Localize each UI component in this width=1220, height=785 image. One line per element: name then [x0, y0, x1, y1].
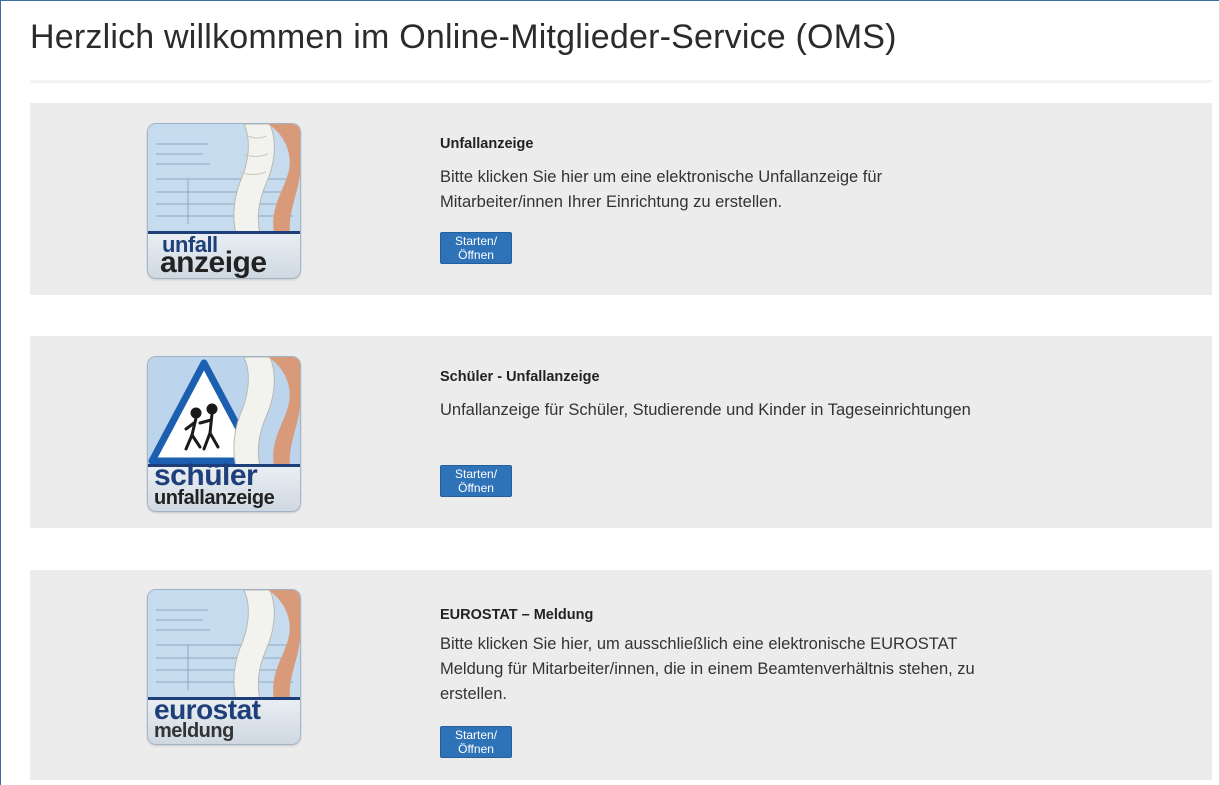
service-description: Bitte klicken Sie hier um eine elektroni…	[440, 168, 883, 211]
thumbnail-caption: unfall anzeige	[148, 231, 300, 278]
thumbnail-caption: schüler unfallanzeige	[148, 459, 300, 511]
service-description: Bitte klicken Sie hier, um ausschließlic…	[440, 635, 975, 703]
service-title: Unfallanzeige	[440, 136, 534, 152]
window-left-border	[0, 0, 1, 785]
start-open-button-eurostat-meldung[interactable]: Starten/Öffnen	[440, 726, 513, 758]
service-card-schueler-unfallanzeige: schüler unfallanzeige Schüler - Unfallan…	[30, 336, 1212, 528]
service-title: Schüler - Unfallanzeige	[440, 369, 600, 385]
service-description: Unfallanzeige für Schüler, Studierende u…	[440, 401, 971, 419]
service-card-unfallanzeige: unfall anzeige Unfallanzeige Bitte klick…	[30, 103, 1212, 295]
unfallanzeige-thumbnail[interactable]: unfall anzeige	[147, 123, 301, 279]
service-card-eurostat-meldung: eurostat meldung EUROSTAT – Meldung Bitt…	[30, 570, 1212, 780]
schueler-unfallanzeige-thumbnail[interactable]: schüler unfallanzeige	[147, 356, 301, 512]
start-open-button-unfallanzeige[interactable]: Starten/Öffnen	[440, 232, 513, 264]
eurostat-meldung-thumbnail[interactable]: eurostat meldung	[147, 589, 301, 745]
window-top-border	[0, 0, 1220, 1]
school-sign-injured-leg-icon	[148, 357, 300, 467]
injured-leg-form-icon	[148, 124, 300, 234]
injured-leg-form-icon	[148, 590, 300, 700]
title-divider	[30, 80, 1212, 83]
service-title: EUROSTAT – Meldung	[440, 607, 594, 623]
start-open-button-schueler-unfallanzeige[interactable]: Starten/Öffnen	[440, 465, 513, 497]
thumbnail-caption: eurostat meldung	[148, 694, 300, 744]
page-title: Herzlich willkommen im Online-Mitglieder…	[30, 18, 897, 56]
